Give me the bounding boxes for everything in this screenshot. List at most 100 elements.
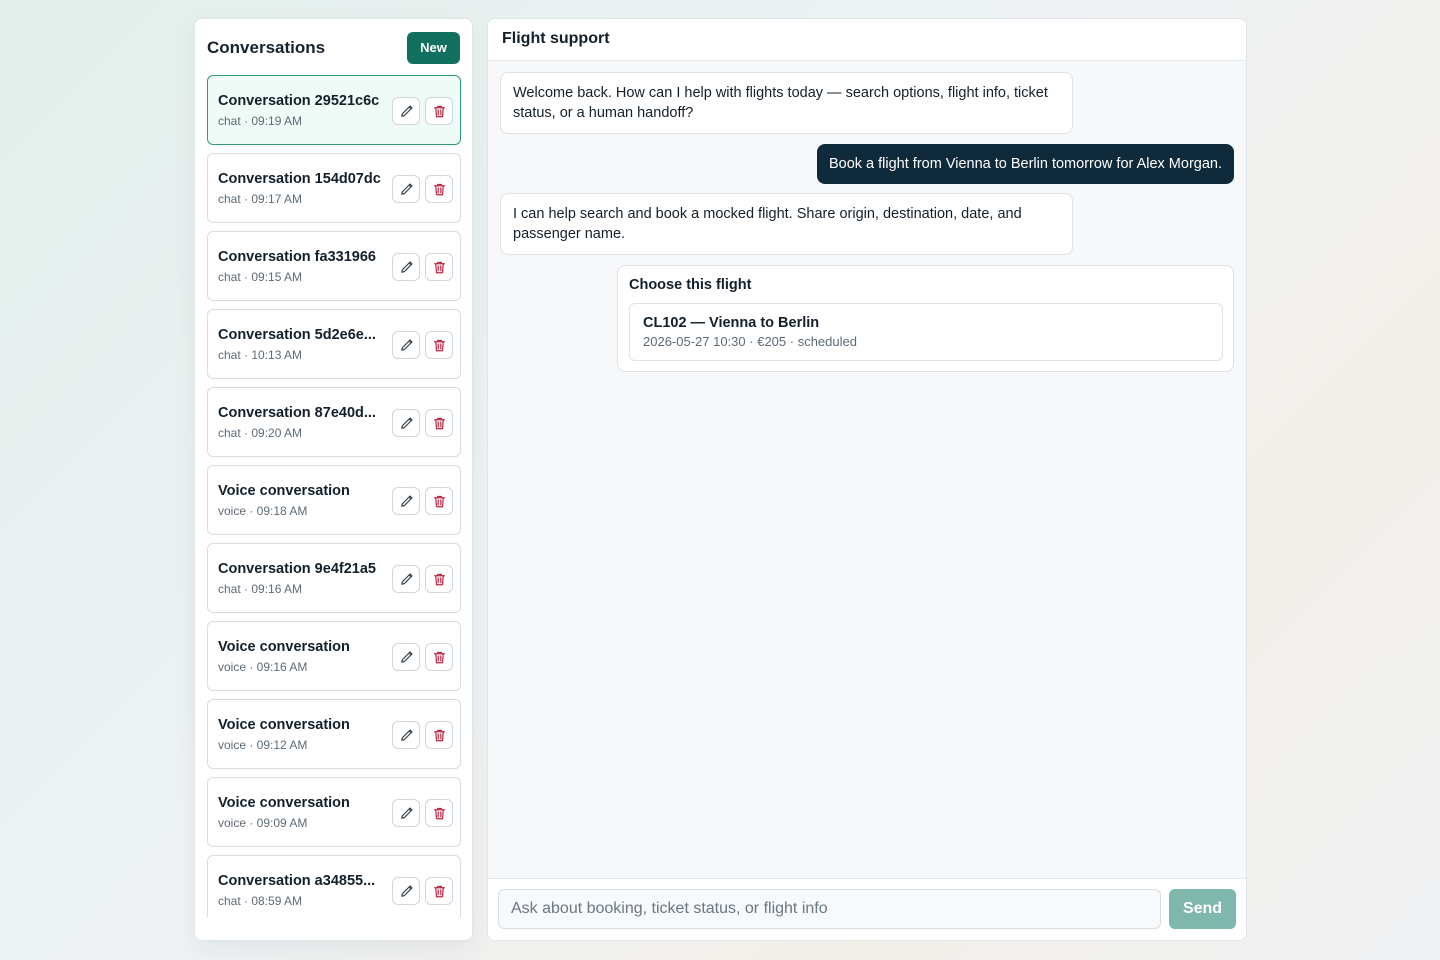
trash-icon bbox=[432, 260, 447, 275]
pencil-icon bbox=[399, 572, 414, 587]
new-conversation-button[interactable]: New bbox=[407, 31, 460, 64]
flight-status: scheduled bbox=[797, 334, 857, 349]
pencil-icon bbox=[399, 728, 414, 743]
rename-conversation-button[interactable] bbox=[392, 97, 420, 125]
assistant-message: I can help search and book a mocked flig… bbox=[500, 193, 1073, 255]
conversation-item[interactable]: Conversation 29521c6c chat · 09:19 AM bbox=[207, 75, 461, 145]
assistant-message: Welcome back. How can I help with flight… bbox=[500, 72, 1073, 134]
rename-conversation-button[interactable] bbox=[392, 877, 420, 905]
trash-icon bbox=[432, 806, 447, 821]
conversation-meta: voice · 09:16 AM bbox=[218, 660, 308, 674]
conversation-list[interactable]: Conversation 29521c6c chat · 09:19 AM Conv… bbox=[207, 75, 461, 917]
rename-conversation-button[interactable] bbox=[392, 331, 420, 359]
delete-conversation-button[interactable] bbox=[425, 877, 453, 905]
message-input[interactable] bbox=[498, 889, 1161, 929]
conversation-meta: chat · 10:13 AM bbox=[218, 348, 303, 362]
conversation-title: Conversation 29521c6c bbox=[218, 93, 380, 109]
conversation-meta: voice · 09:18 AM bbox=[218, 504, 308, 518]
flight-route: Vienna to Berlin bbox=[709, 315, 820, 331]
rename-conversation-button[interactable] bbox=[392, 643, 420, 671]
conversation-item[interactable]: Conversation 154d07dc chat · 09:17 AM bbox=[207, 153, 461, 223]
pencil-icon bbox=[399, 806, 414, 821]
delete-conversation-button[interactable] bbox=[425, 175, 453, 203]
trash-icon bbox=[432, 650, 447, 665]
pencil-icon bbox=[399, 260, 414, 275]
conversation-meta: voice · 09:12 AM bbox=[218, 738, 308, 752]
flight-choice-card: Choose this flight CL102— Vienna to Berli… bbox=[617, 265, 1234, 372]
conversation-title: Voice conversation bbox=[218, 639, 350, 655]
conversation-meta: chat · 09:15 AM bbox=[218, 270, 303, 284]
conversation-item[interactable]: Conversation fa331966 chat · 09:15 AM bbox=[207, 231, 461, 301]
delete-conversation-button[interactable] bbox=[425, 565, 453, 593]
delete-conversation-button[interactable] bbox=[425, 643, 453, 671]
pencil-icon bbox=[399, 416, 414, 431]
conversation-item[interactable]: Voice conversation voice · 09:18 AM bbox=[207, 465, 461, 535]
pencil-icon bbox=[399, 494, 414, 509]
conversation-item[interactable]: Voice conversation voice · 09:16 AM bbox=[207, 621, 461, 691]
pencil-icon bbox=[399, 182, 414, 197]
pencil-icon bbox=[399, 884, 414, 899]
conversation-title: Conversation a34855... bbox=[218, 873, 376, 889]
trash-icon bbox=[432, 572, 447, 587]
trash-icon bbox=[432, 338, 447, 353]
conversation-item[interactable]: Voice conversation voice · 09:12 AM bbox=[207, 699, 461, 769]
conversation-item[interactable]: Conversation 9e4f21a5 chat · 09:16 AM bbox=[207, 543, 461, 613]
rename-conversation-button[interactable] bbox=[392, 409, 420, 437]
conversation-title: Conversation 87e40d... bbox=[218, 405, 376, 421]
conversation-item[interactable]: Conversation 5d2e6e... chat · 10:13 AM bbox=[207, 309, 461, 379]
conversation-meta: chat · 09:17 AM bbox=[218, 192, 303, 206]
pencil-icon bbox=[399, 650, 414, 665]
conversation-meta: chat · 09:19 AM bbox=[218, 114, 303, 128]
pencil-icon bbox=[399, 104, 414, 119]
rename-conversation-button[interactable] bbox=[392, 565, 420, 593]
chat-panel: Flight support Welcome back. How can I h… bbox=[487, 18, 1247, 941]
delete-conversation-button[interactable] bbox=[425, 409, 453, 437]
delete-conversation-button[interactable] bbox=[425, 487, 453, 515]
conversation-item[interactable]: Conversation a34855... chat · 08:59 AM bbox=[207, 855, 461, 917]
sidebar-title: Conversations bbox=[207, 37, 326, 57]
conversation-item[interactable]: Conversation 87e40d... chat · 09:20 AM bbox=[207, 387, 461, 457]
conversation-title: Conversation 9e4f21a5 bbox=[218, 561, 376, 577]
trash-icon bbox=[432, 884, 447, 899]
trash-icon bbox=[432, 182, 447, 197]
conversation-meta: chat · 08:59 AM bbox=[218, 894, 303, 908]
flight-separator: — bbox=[690, 315, 706, 331]
delete-conversation-button[interactable] bbox=[425, 253, 453, 281]
flight-price: €205 bbox=[757, 334, 787, 349]
conversation-title: Conversation 5d2e6e... bbox=[218, 327, 376, 343]
conversation-title: Voice conversation bbox=[218, 795, 350, 811]
conversation-title: Voice conversation bbox=[218, 483, 350, 499]
flight-name: CL102— Vienna to Berlin bbox=[643, 315, 819, 331]
rename-conversation-button[interactable] bbox=[392, 253, 420, 281]
chat-header: Flight support bbox=[488, 19, 1246, 61]
flight-card-title: Choose this flight bbox=[629, 277, 752, 293]
chat-title: Flight support bbox=[502, 30, 610, 47]
delete-conversation-button[interactable] bbox=[425, 97, 453, 125]
rename-conversation-button[interactable] bbox=[392, 487, 420, 515]
pencil-icon bbox=[399, 338, 414, 353]
trash-icon bbox=[432, 728, 447, 743]
delete-conversation-button[interactable] bbox=[425, 799, 453, 827]
delete-conversation-button[interactable] bbox=[425, 331, 453, 359]
rename-conversation-button[interactable] bbox=[392, 799, 420, 827]
trash-icon bbox=[432, 494, 447, 509]
conversation-meta: chat · 09:16 AM bbox=[218, 582, 303, 596]
rename-conversation-button[interactable] bbox=[392, 721, 420, 749]
conversation-title: Voice conversation bbox=[218, 717, 350, 733]
send-button[interactable]: Send bbox=[1169, 889, 1236, 929]
flight-code: CL102 bbox=[643, 315, 687, 331]
trash-icon bbox=[432, 104, 447, 119]
conversation-meta: voice · 09:09 AM bbox=[218, 816, 308, 830]
user-message: Book a flight from Vienna to Berlin tomo… bbox=[816, 144, 1234, 184]
conversation-title: Conversation fa331966 bbox=[218, 249, 376, 265]
delete-conversation-button[interactable] bbox=[425, 721, 453, 749]
conversation-item[interactable]: Voice conversation voice · 09:09 AM bbox=[207, 777, 461, 847]
conversations-sidebar: Conversations New Conversation 29521c6c c… bbox=[194, 18, 473, 941]
flight-option[interactable]: CL102— Vienna to Berlin 2026-05-27 10:30 … bbox=[629, 303, 1223, 361]
conversation-title: Conversation 154d07dc bbox=[218, 171, 381, 187]
rename-conversation-button[interactable] bbox=[392, 175, 420, 203]
conversation-meta: chat · 09:20 AM bbox=[218, 426, 303, 440]
trash-icon bbox=[432, 416, 447, 431]
flight-datetime: 2026-05-27 10:30 bbox=[643, 334, 746, 349]
sidebar-header: Conversations New bbox=[207, 31, 460, 64]
